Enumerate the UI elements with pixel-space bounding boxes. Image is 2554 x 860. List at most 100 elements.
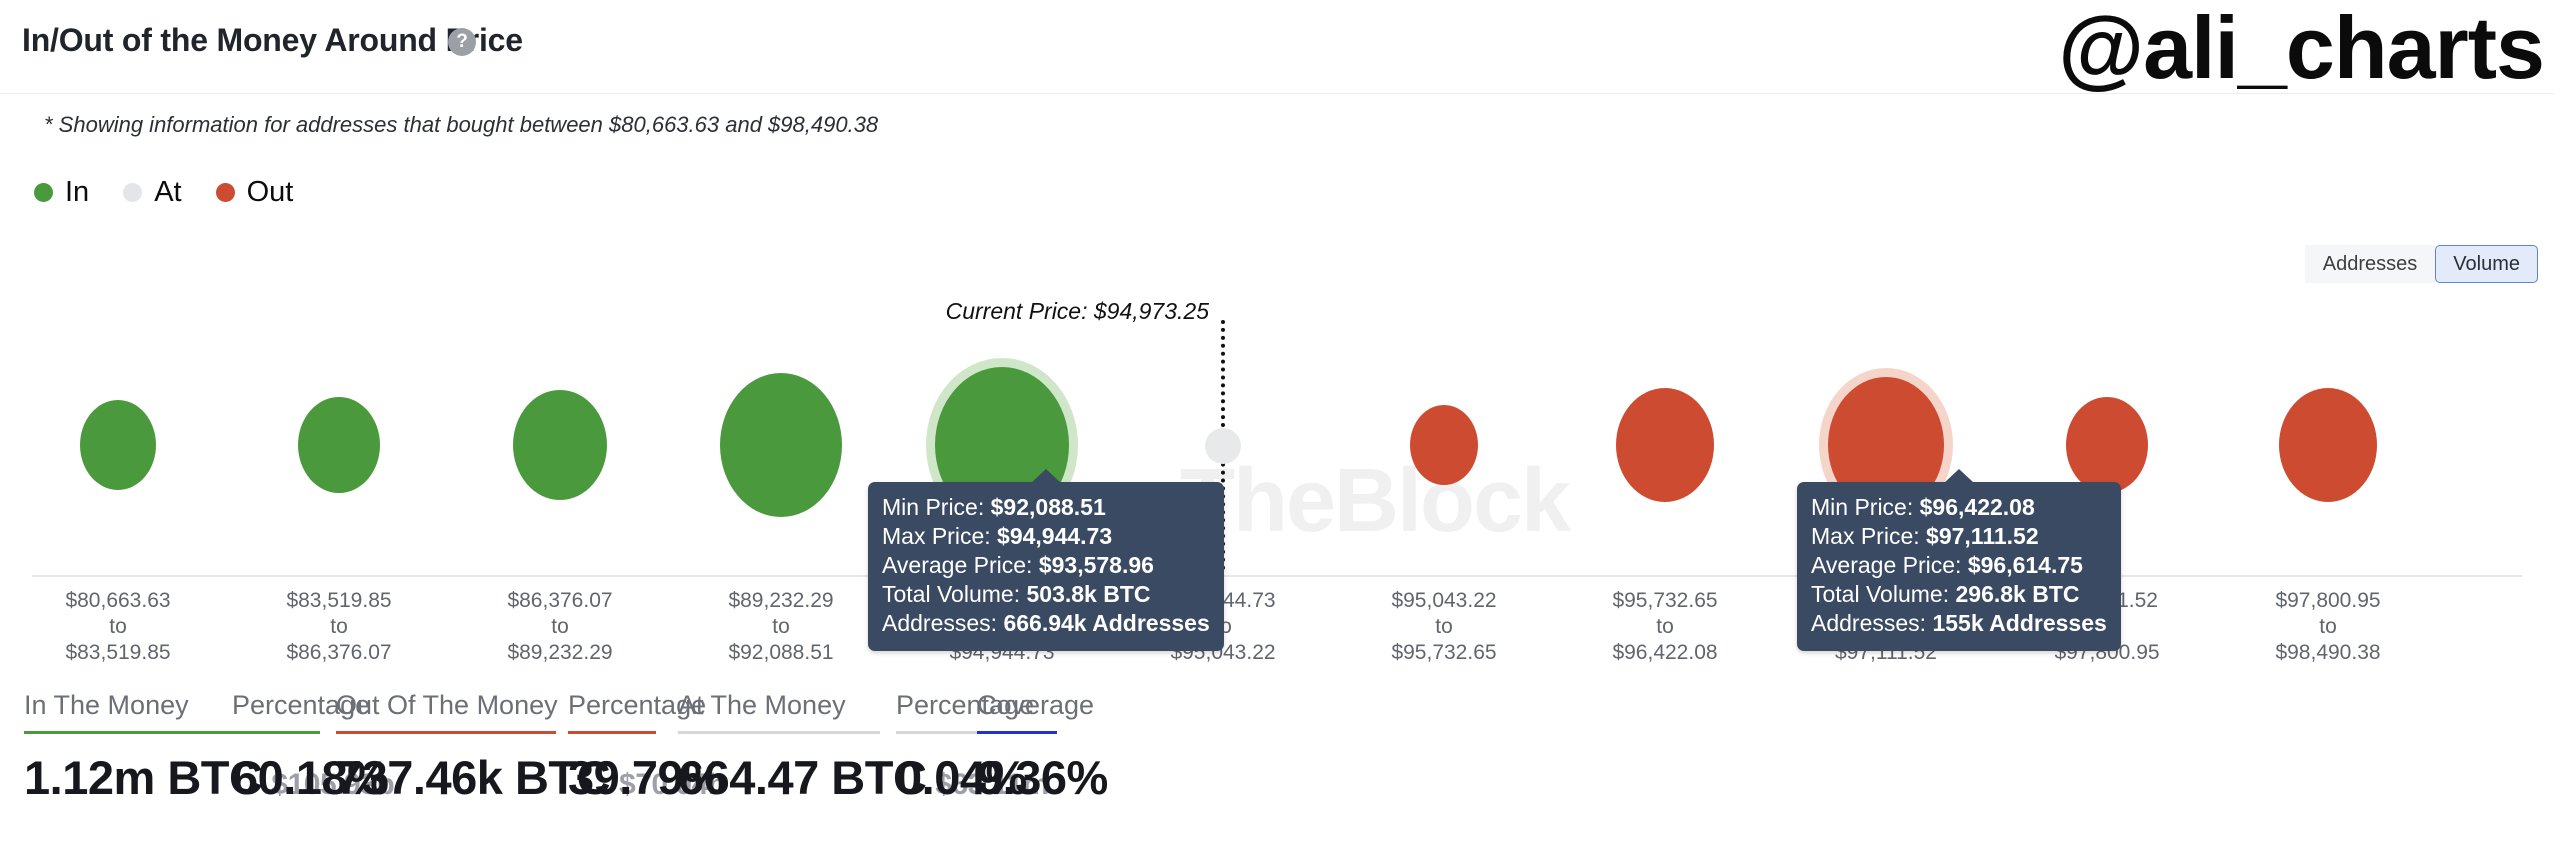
tooltip-out-max-price-label: Max Price: bbox=[1811, 523, 1920, 549]
bubble-in-1[interactable] bbox=[298, 397, 380, 493]
stat-rule bbox=[977, 731, 1057, 734]
tooltip-out-min-price-row: Min Price: $96,422.08 bbox=[1811, 493, 2107, 522]
tooltip-out-total-volume-label: Total Volume: bbox=[1811, 581, 1950, 607]
tooltip-out: Min Price: $96,422.08 Max Price: $97,111… bbox=[1797, 469, 2121, 651]
x-axis-label-10: $97,800.95 to $98,490.38 bbox=[2275, 589, 2381, 664]
tooltip-in-min-price-label: Min Price: bbox=[882, 494, 985, 520]
tooltip-in-min-price-value: $92,088.51 bbox=[990, 494, 1106, 520]
tooltip-out-addresses-label: Addresses: bbox=[1811, 610, 1927, 636]
stat-rule bbox=[24, 731, 234, 734]
stat-value: 664.47 BTC $63.11m bbox=[678, 751, 1049, 804]
tooltip-in-max-price-row: Max Price: $94,944.73 bbox=[882, 522, 1210, 551]
bubble-out-7[interactable] bbox=[1616, 388, 1714, 502]
stat-rule bbox=[336, 731, 556, 734]
stat-percentage-5: Percentage 0.04% bbox=[896, 690, 1035, 805]
x-axis-labels: $80,663.63 to $83,519.85 $83,519.85 to $86,37… bbox=[32, 588, 2522, 664]
tooltip-in-max-price-label: Max Price: bbox=[882, 523, 991, 549]
metric-toggle-group: Addresses Volume bbox=[2304, 245, 2538, 283]
x-axis-label-6: $95,043.22 to $95,732.65 bbox=[1391, 589, 1497, 664]
tooltip-out-max-price-value: $97,111.52 bbox=[1926, 523, 2039, 549]
stat-percentage-3: Percentage 39.79% bbox=[568, 690, 725, 805]
chart-panel: In/Out of the Money Around Price ? @ali_… bbox=[0, 0, 2554, 860]
stat-at-the-money-4: At The Money 664.47 BTC $63.11m bbox=[678, 690, 1049, 805]
legend-dot-at-icon bbox=[123, 183, 143, 202]
tooltip-out-average-price-value: $96,614.75 bbox=[1967, 552, 2083, 578]
bubble-out-10[interactable] bbox=[2279, 388, 2377, 502]
tooltip-in-addresses-value: 666.94k Addresses bbox=[1003, 610, 1210, 636]
x-axis-label-2: $86,376.07 to $89,232.29 bbox=[507, 589, 613, 664]
legend-dot-out-icon bbox=[215, 183, 235, 202]
stat-rule bbox=[896, 731, 984, 734]
tooltip-in-min-price-row: Min Price: $92,088.51 bbox=[882, 493, 1210, 522]
tooltip-in-addresses-label: Addresses: bbox=[882, 610, 998, 636]
chart-subtitle: * Showing information for addresses that… bbox=[44, 112, 879, 137]
chart-legend: In At Out bbox=[34, 176, 293, 209]
tooltip-arrow-icon bbox=[1943, 469, 1974, 483]
stat-label: In The Money bbox=[24, 690, 189, 720]
stat-rule bbox=[232, 731, 320, 734]
stat-in-the-money-0: In The Money 1.12m BTC $105.93b bbox=[24, 690, 395, 805]
summary-stats: In The Money 1.12m BTC $105.93b Percentage 6… bbox=[0, 690, 2554, 860]
tooltip-out-average-price-label: Average Price: bbox=[1811, 552, 1962, 578]
tooltip-in-average-price-label: Average Price: bbox=[882, 552, 1033, 578]
tooltip-out-addresses-row: Addresses: 155k Addresses bbox=[1811, 609, 2107, 638]
stat-value: 0.04% bbox=[896, 751, 1027, 804]
bubble-in-3[interactable] bbox=[720, 373, 842, 517]
help-icon[interactable]: ? bbox=[448, 28, 476, 56]
legend-label-out: Out bbox=[246, 176, 294, 208]
bubble-out-6[interactable] bbox=[1410, 405, 1478, 485]
bubble-in-2[interactable] bbox=[513, 390, 607, 500]
stat-label: Percentage bbox=[568, 690, 707, 720]
toggle-volume-button[interactable]: Volume bbox=[2435, 245, 2538, 283]
stat-label: Percentage bbox=[896, 690, 1035, 720]
stat-label: Percentage bbox=[232, 690, 371, 720]
stat-label: Out Of The Money bbox=[336, 690, 558, 720]
legend-item-at[interactable]: At bbox=[123, 176, 182, 209]
tooltip-out-total-volume-value: 296.8k BTC bbox=[1955, 581, 2080, 607]
current-price-dot bbox=[1205, 428, 1241, 464]
legend-item-in[interactable]: In bbox=[34, 176, 89, 209]
tooltip-in-average-price-row: Average Price: $93,578.96 bbox=[882, 551, 1210, 580]
legend-label-at: At bbox=[154, 176, 182, 208]
x-axis-label-0: $80,663.63 to $83,519.85 bbox=[65, 589, 171, 664]
bubble-in-0[interactable] bbox=[80, 400, 156, 490]
tooltip-in-total-volume-value: 503.8k BTC bbox=[1026, 581, 1151, 607]
stat-coverage-6: Coverage 9.36% bbox=[977, 690, 1108, 805]
legend-item-out[interactable]: Out bbox=[215, 176, 294, 209]
stat-value: 737.46k BTC $70.04b bbox=[336, 751, 726, 804]
x-axis-label-1: $83,519.85 to $86,376.07 bbox=[286, 589, 392, 664]
stat-value: 39.79% bbox=[568, 751, 725, 804]
tooltip-in-total-volume-label: Total Volume: bbox=[882, 581, 1021, 607]
tooltip-in-addresses-row: Addresses: 666.94k Addresses bbox=[882, 609, 1210, 638]
current-price-label: Current Price: $94,973.25 bbox=[945, 298, 1209, 324]
tooltip-in-total-volume-row: Total Volume: 503.8k BTC bbox=[882, 580, 1210, 609]
bubble-out-9[interactable] bbox=[2066, 397, 2148, 493]
tooltip-in: Min Price: $92,088.51 Max Price: $94,944… bbox=[868, 469, 1224, 651]
stat-percentage-1: Percentage 60.18% bbox=[232, 690, 389, 805]
tooltip-in-average-price-value: $93,578.96 bbox=[1038, 552, 1154, 578]
tooltip-out-min-price-label: Min Price: bbox=[1811, 494, 1914, 520]
tooltip-out-max-price-row: Max Price: $97,111.52 bbox=[1811, 522, 2107, 551]
stat-value: 1.12m BTC $105.93b bbox=[24, 751, 395, 804]
stat-label: At The Money bbox=[678, 690, 846, 720]
tooltip-arrow-icon bbox=[1030, 469, 1061, 483]
tooltip-out-addresses-value: 155k Addresses bbox=[1932, 610, 2107, 636]
stat-label: Coverage bbox=[977, 690, 1095, 720]
x-axis-label-3: $89,232.29 to $92,088.51 bbox=[728, 589, 834, 664]
legend-label-in: In bbox=[65, 176, 90, 208]
tooltip-out-min-price-value: $96,422.08 bbox=[1919, 494, 2035, 520]
toggle-addresses-button[interactable]: Addresses bbox=[2304, 245, 2436, 283]
x-axis-line bbox=[32, 575, 2522, 577]
panel-header: In/Out of the Money Around Price ? @ali_… bbox=[0, 0, 2554, 94]
tooltip-out-total-volume-row: Total Volume: 296.8k BTC bbox=[1811, 580, 2107, 609]
stat-rule bbox=[678, 731, 880, 734]
stat-rule bbox=[568, 731, 656, 734]
tooltip-out-average-price-row: Average Price: $96,614.75 bbox=[1811, 551, 2107, 580]
stat-value: 9.36% bbox=[977, 751, 1108, 804]
stat-out-of-the-money-2: Out Of The Money 737.46k BTC $70.04b bbox=[336, 690, 726, 805]
stat-value: 60.18% bbox=[232, 751, 389, 804]
tooltip-in-max-price-value: $94,944.73 bbox=[997, 523, 1113, 549]
legend-dot-in-icon bbox=[34, 183, 53, 202]
bubble-plot bbox=[32, 300, 2522, 575]
x-axis-label-7: $95,732.65 to $96,422.08 bbox=[1612, 589, 1718, 664]
